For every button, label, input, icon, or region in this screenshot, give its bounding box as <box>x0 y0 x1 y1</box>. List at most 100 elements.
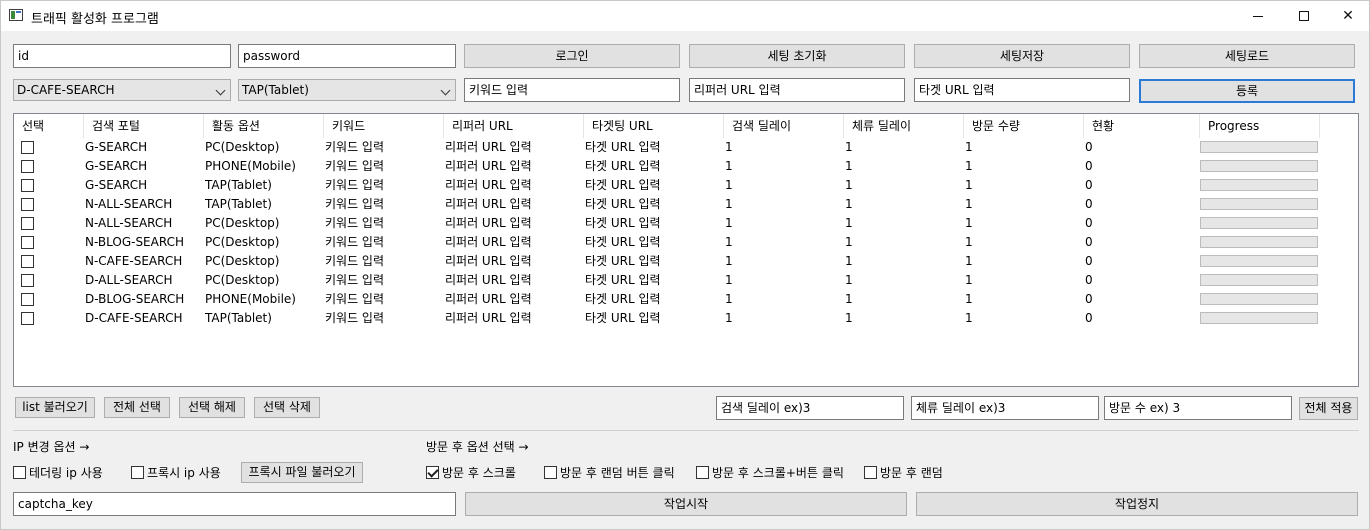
column-header[interactable]: 방문 수량 <box>964 114 1084 138</box>
task-list[interactable]: 선택 검색 포털 활동 옵션 키워드 리퍼러 URL 타겟팅 URL 검색 딜레이 체류 딜레… <box>13 113 1359 387</box>
row-progress-bar <box>1200 255 1318 267</box>
table-cell-referrer: 리퍼러 URL 입력 <box>445 197 532 211</box>
after-visit-option-checkbox[interactable]: 방문 후 스크롤 <box>426 464 516 481</box>
table-cell-portal: N-ALL-SEARCH <box>85 216 173 230</box>
device-select[interactable]: TAP(Tablet) <box>238 79 456 101</box>
table-cell-visits: 1 <box>965 178 973 192</box>
select-all-button[interactable]: 전체 선택 <box>104 397 170 418</box>
load-proxy-file-button[interactable]: 프록시 파일 불러오기 <box>241 462 363 483</box>
after-visit-option-checkbox[interactable]: 방문 후 랜덤 <box>864 464 943 481</box>
id-input[interactable]: id <box>13 44 231 68</box>
deselect-button[interactable]: 선택 해제 <box>179 397 245 418</box>
start-task-button[interactable]: 작업시작 <box>465 492 907 516</box>
list-header: 선택 검색 포털 활동 옵션 키워드 리퍼러 URL 타겟팅 URL 검색 딜레이 체류 딜레… <box>14 114 1358 138</box>
row-select-checkbox[interactable] <box>21 179 34 192</box>
table-cell-keyword: 키워드 입력 <box>325 159 385 173</box>
target-url-input[interactable]: 타겟 URL 입력 <box>914 78 1130 102</box>
close-button[interactable]: ✕ <box>1325 1 1370 31</box>
row-progress-bar <box>1200 293 1318 305</box>
column-header[interactable]: 체류 딜레이 <box>844 114 964 138</box>
row-progress-bar <box>1200 198 1318 210</box>
stay-delay-input[interactable]: 체류 딜레이 ex)3 <box>911 396 1099 420</box>
device-select-value: TAP(Tablet) <box>242 83 309 97</box>
register-button[interactable]: 등록 <box>1139 79 1355 103</box>
table-cell-option: PHONE(Mobile) <box>205 292 296 306</box>
table-cell-visits: 1 <box>965 216 973 230</box>
reset-settings-button[interactable]: 세팅 초기화 <box>689 44 905 68</box>
table-row[interactable]: G-SEARCH PC(Desktop) 키워드 입력 리퍼러 URL 입력 타겟 UR… <box>14 138 1358 157</box>
checkbox-box <box>131 466 144 479</box>
after-visit-option-checkbox[interactable]: 방문 후 스크롤+버튼 클릭 <box>696 464 844 481</box>
column-header[interactable]: 키워드 <box>324 114 444 138</box>
load-list-button[interactable]: list 불러오기 <box>15 397 95 418</box>
row-select-checkbox[interactable] <box>21 274 34 287</box>
delete-selected-button[interactable]: 선택 삭제 <box>254 397 320 418</box>
row-progress-bar <box>1200 141 1318 153</box>
after-visit-option-label: 방문 후 랜덤 <box>880 466 943 480</box>
close-icon: ✕ <box>1342 8 1354 24</box>
table-row[interactable]: N-ALL-SEARCH PC(Desktop) 키워드 입력 리퍼러 URL 입력 타… <box>14 214 1358 233</box>
proxy-ip-label: 프록시 ip 사용 <box>147 466 221 480</box>
row-progress-bar <box>1200 179 1318 191</box>
minimize-button[interactable] <box>1235 1 1281 31</box>
table-row[interactable]: G-SEARCH PHONE(Mobile) 키워드 입력 리퍼러 URL 입력 타겟 … <box>14 157 1358 176</box>
column-header[interactable]: Progress <box>1200 114 1320 138</box>
column-header[interactable]: 리퍼러 URL <box>444 114 584 138</box>
row-select-checkbox[interactable] <box>21 312 34 325</box>
minimize-icon <box>1253 15 1263 17</box>
table-cell-target: 타겟 URL 입력 <box>585 178 661 192</box>
table-row[interactable]: D-ALL-SEARCH PC(Desktop) 키워드 입력 리퍼러 URL 입력 타… <box>14 271 1358 290</box>
password-input[interactable]: password <box>238 44 456 68</box>
captcha-key-input[interactable]: captcha_key <box>13 492 456 516</box>
row-select-checkbox[interactable] <box>21 236 34 249</box>
save-settings-button[interactable]: 세팅저장 <box>914 44 1130 68</box>
table-row[interactable]: D-CAFE-SEARCH TAP(Tablet) 키워드 입력 리퍼러 URL 입력… <box>14 309 1358 328</box>
row-select-checkbox[interactable] <box>21 293 34 306</box>
row-progress-bar <box>1200 312 1318 324</box>
table-cell-portal: D-BLOG-SEARCH <box>85 292 185 306</box>
keyword-input[interactable]: 키워드 입력 <box>464 78 680 102</box>
column-header[interactable]: 현황 <box>1084 114 1200 138</box>
table-row[interactable]: G-SEARCH TAP(Tablet) 키워드 입력 리퍼러 URL 입력 타겟 UR… <box>14 176 1358 195</box>
load-settings-button[interactable]: 세팅로드 <box>1139 44 1355 68</box>
table-row[interactable]: N-CAFE-SEARCH PC(Desktop) 키워드 입력 리퍼러 URL 입력… <box>14 252 1358 271</box>
login-button[interactable]: 로그인 <box>464 44 680 68</box>
column-header[interactable]: 선택 <box>14 114 84 138</box>
table-cell-portal: N-ALL-SEARCH <box>85 197 173 211</box>
table-cell-search-delay: 1 <box>725 311 733 325</box>
portal-select[interactable]: D-CAFE-SEARCH <box>13 79 231 101</box>
tethering-ip-checkbox[interactable]: 테더링 ip 사용 <box>13 464 103 481</box>
column-header[interactable]: 검색 포털 <box>84 114 204 138</box>
table-row[interactable]: D-BLOG-SEARCH PHONE(Mobile) 키워드 입력 리퍼러 URL … <box>14 290 1358 309</box>
table-cell-status: 0 <box>1085 273 1093 287</box>
stop-task-button[interactable]: 작업정지 <box>916 492 1358 516</box>
row-select-checkbox[interactable] <box>21 141 34 154</box>
table-cell-referrer: 리퍼러 URL 입력 <box>445 273 532 287</box>
table-row[interactable]: N-BLOG-SEARCH PC(Desktop) 키워드 입력 리퍼러 URL 입력… <box>14 233 1358 252</box>
row-select-checkbox[interactable] <box>21 255 34 268</box>
table-cell-option: PC(Desktop) <box>205 140 280 154</box>
table-cell-keyword: 키워드 입력 <box>325 273 385 287</box>
table-row[interactable]: N-ALL-SEARCH TAP(Tablet) 키워드 입력 리퍼러 URL 입력 타… <box>14 195 1358 214</box>
column-header[interactable]: 타겟팅 URL <box>584 114 724 138</box>
maximize-button[interactable] <box>1281 1 1327 31</box>
after-visit-option-checkbox[interactable]: 방문 후 랜덤 버튼 클릭 <box>544 464 675 481</box>
row-select-checkbox[interactable] <box>21 217 34 230</box>
apply-all-button[interactable]: 전체 적용 <box>1299 397 1358 420</box>
column-header[interactable]: 활동 옵션 <box>204 114 324 138</box>
after-visit-option-label: 방문 후 스크롤+버튼 클릭 <box>712 466 844 480</box>
table-cell-status: 0 <box>1085 254 1093 268</box>
table-cell-keyword: 키워드 입력 <box>325 140 385 154</box>
table-cell-target: 타겟 URL 입력 <box>585 292 661 306</box>
table-cell-stay-delay: 1 <box>845 178 853 192</box>
referrer-url-input[interactable]: 리퍼러 URL 입력 <box>689 78 905 102</box>
table-cell-status: 0 <box>1085 216 1093 230</box>
table-cell-target: 타겟 URL 입력 <box>585 311 661 325</box>
column-header[interactable]: 검색 딜레이 <box>724 114 844 138</box>
visit-count-input[interactable]: 방문 수 ex) 3 <box>1104 396 1292 420</box>
proxy-ip-checkbox[interactable]: 프록시 ip 사용 <box>131 464 221 481</box>
row-select-checkbox[interactable] <box>21 160 34 173</box>
search-delay-input[interactable]: 검색 딜레이 ex)3 <box>716 396 904 420</box>
table-cell-option: PC(Desktop) <box>205 216 280 230</box>
row-select-checkbox[interactable] <box>21 198 34 211</box>
